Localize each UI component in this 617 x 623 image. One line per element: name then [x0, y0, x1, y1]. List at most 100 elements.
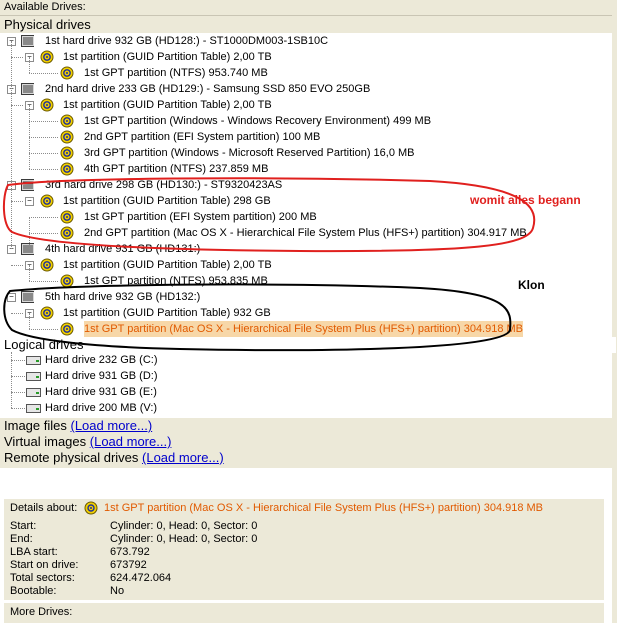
partition-icon — [60, 162, 74, 176]
remote-drives-row: Remote physical drives (Load more...) — [4, 450, 224, 465]
logical-drive-item[interactable]: Hard drive 232 GB (C:) — [0, 352, 612, 368]
partition-icon — [40, 306, 54, 320]
more-drives-header[interactable]: More Drives: — [4, 603, 604, 623]
tree-connector — [11, 376, 25, 377]
image-files-row: Image files (Load more...) — [4, 418, 153, 433]
tree-item-disk[interactable]: −1st hard drive 932 GB (HD128:) - ST1000… — [0, 33, 612, 49]
logical-drive-icon — [26, 356, 41, 365]
tree-item-label: 5th hard drive 932 GB (HD132:) — [45, 291, 201, 303]
tree-connector — [11, 408, 25, 409]
tree-item-partition[interactable]: 1st GPT partition (Mac OS X - Hierarchic… — [0, 321, 612, 337]
black-annotation-note: Klon — [518, 278, 545, 292]
details-panel: Details about: 1st GPT partition (Mac OS… — [0, 492, 612, 623]
partition-icon — [60, 114, 74, 128]
partition-icon — [60, 210, 74, 224]
tree-item-partition[interactable]: 3rd GPT partition (Windows - Microsoft R… — [0, 145, 612, 161]
hard-drive-icon — [21, 243, 34, 255]
tree-item-label: 1st GPT partition (Windows - Windows Rec… — [84, 115, 432, 127]
tree-item-partition[interactable]: 4th GPT partition (NTFS) 237.859 MB — [0, 161, 612, 177]
physical-drives-tree: − 1st hard drive 932 GB (HD128:) - ST1000… — [0, 33, 612, 339]
tree-item-label: 1st partition (GUID Partition Table) 2,0… — [63, 99, 272, 111]
partition-icon — [84, 501, 98, 515]
tree-item-label: 1st partition (GUID Partition Table) 2,0… — [63, 259, 272, 271]
detail-label-bootable: Bootable: — [10, 585, 57, 597]
detail-value-start-on-drive: 673792 — [110, 559, 147, 571]
tree-item-label: 2nd GPT partition (EFI System partition)… — [84, 131, 321, 143]
hard-drive-icon — [21, 83, 34, 95]
tree-connector — [11, 265, 23, 266]
detail-value-total-sectors: 624.472.064 — [110, 572, 172, 584]
tree-item-partition[interactable]: 1st GPT partition (NTFS) 953.740 MB — [0, 65, 612, 81]
tree-connector — [29, 153, 58, 154]
logical-drives-section[interactable]: Logical drives — [0, 337, 616, 353]
tree-item-partition[interactable]: 1st GPT partition (EFI System partition)… — [0, 209, 612, 225]
other-sources-area: Image files (Load more...) Virtual image… — [0, 418, 612, 468]
tree-item-label: 2nd GPT partition (Mac OS X - Hierarchic… — [84, 227, 527, 239]
logical-drives-list: Hard drive 232 GB (C:) Hard drive 931 GB … — [0, 352, 612, 418]
partition-icon — [60, 226, 74, 240]
collapse-toggle-icon[interactable]: − — [7, 293, 16, 302]
tree-item-label: 1st partition (GUID Partition Table) 2,0… — [63, 51, 272, 63]
partition-icon — [60, 130, 74, 144]
logical-drive-item[interactable]: Hard drive 931 GB (D:) — [0, 368, 612, 384]
partition-icon — [40, 258, 54, 272]
tree-item-label: 1st GPT partition (NTFS) 953.740 MB — [84, 67, 268, 79]
tree-item-disk[interactable]: −4th hard drive 931 GB (HD131:) — [0, 241, 612, 257]
image-files-load-more-link[interactable]: (Load more...) — [71, 418, 153, 433]
tree-item-disk[interactable]: −2nd hard drive 233 GB (HD129:) - Samsun… — [0, 81, 612, 97]
tree-connector — [29, 169, 58, 170]
logical-drive-icon — [26, 388, 41, 397]
logical-drive-item[interactable]: Hard drive 931 GB (E:) — [0, 384, 612, 400]
detail-label-start-on-drive: Start on drive: — [10, 559, 79, 571]
more-drives-label: More Drives: — [10, 606, 73, 618]
logical-drive-item[interactable]: Hard drive 200 MB (V:) — [0, 400, 612, 416]
tree-item-disk[interactable]: −3rd hard drive 298 GB (HD130:) - ST9320… — [0, 177, 612, 193]
detail-value-bootable: No — [110, 585, 125, 597]
tree-item-partition[interactable]: −1st partition (GUID Partition Table) 93… — [0, 305, 612, 321]
tree-connector — [11, 313, 23, 314]
tree-item-label: 1st partition (GUID Partition Table) 298… — [63, 195, 271, 207]
tree-item-partition[interactable]: −1st partition (GUID Partition Table) 2,… — [0, 49, 612, 65]
hard-drive-icon — [21, 291, 34, 303]
detail-label-total-sectors: Total sectors: — [10, 572, 75, 584]
tree-item-partition[interactable]: 2nd GPT partition (EFI System partition)… — [0, 129, 612, 145]
tree-item-partition[interactable]: −1st partition (GUID Partition Table) 2,… — [0, 257, 612, 273]
tree-item-label: 1st GPT partition (EFI System partition)… — [84, 211, 317, 223]
tree-item-label: 1st hard drive 932 GB (HD128:) - ST1000D… — [45, 35, 329, 47]
remote-drives-load-more-link[interactable]: (Load more...) — [142, 450, 224, 465]
logical-drive-label: Hard drive 232 GB (C:) — [45, 354, 158, 366]
collapse-toggle-icon[interactable]: − — [25, 197, 34, 206]
tree-connector — [11, 352, 12, 408]
detail-label-lba-start: LBA start: — [10, 546, 58, 558]
partition-icon — [40, 50, 54, 64]
virtual-images-load-more-link[interactable]: (Load more...) — [90, 434, 172, 449]
partition-icon — [60, 274, 74, 288]
spacer — [0, 468, 612, 492]
partition-icon — [60, 322, 74, 336]
available-drives-header: Available Drives: — [0, 0, 612, 16]
details-header: Details about: 1st GPT partition (Mac OS… — [4, 499, 604, 518]
tree-item-label: 1st GPT partition (NTFS) 953.835 MB — [84, 275, 268, 287]
right-edge — [612, 0, 617, 623]
hard-drive-icon — [21, 35, 34, 47]
logical-drives-label: Logical drives — [4, 337, 84, 352]
tree-connector — [11, 360, 25, 361]
partition-icon — [40, 194, 54, 208]
details-title: Details about: — [10, 502, 78, 514]
tree-connector — [29, 57, 30, 73]
detail-label-end: End: — [10, 533, 33, 545]
detail-value-end: Cylinder: 0, Head: 0, Sector: 0 — [110, 533, 258, 545]
tree-connector — [29, 73, 58, 74]
partition-icon — [40, 98, 54, 112]
detail-value-lba-start: 673.792 — [110, 546, 150, 558]
tree-item-partition[interactable]: −1st partition (GUID Partition Table) 2,… — [0, 97, 612, 113]
tree-connector — [29, 265, 30, 281]
tree-item-label: 2nd hard drive 233 GB (HD129:) - Samsung… — [45, 83, 371, 95]
available-drives-title: Available Drives: — [4, 1, 86, 13]
physical-drives-label: Physical drives — [4, 17, 91, 32]
logical-drive-label: Hard drive 931 GB (E:) — [45, 386, 157, 398]
hard-drive-icon — [21, 179, 34, 191]
tree-item-partition[interactable]: 1st GPT partition (Windows - Windows Rec… — [0, 113, 612, 129]
tree-item-partition[interactable]: 2nd GPT partition (Mac OS X - Hierarchic… — [0, 225, 612, 241]
physical-drives-section[interactable]: Physical drives — [0, 16, 616, 33]
